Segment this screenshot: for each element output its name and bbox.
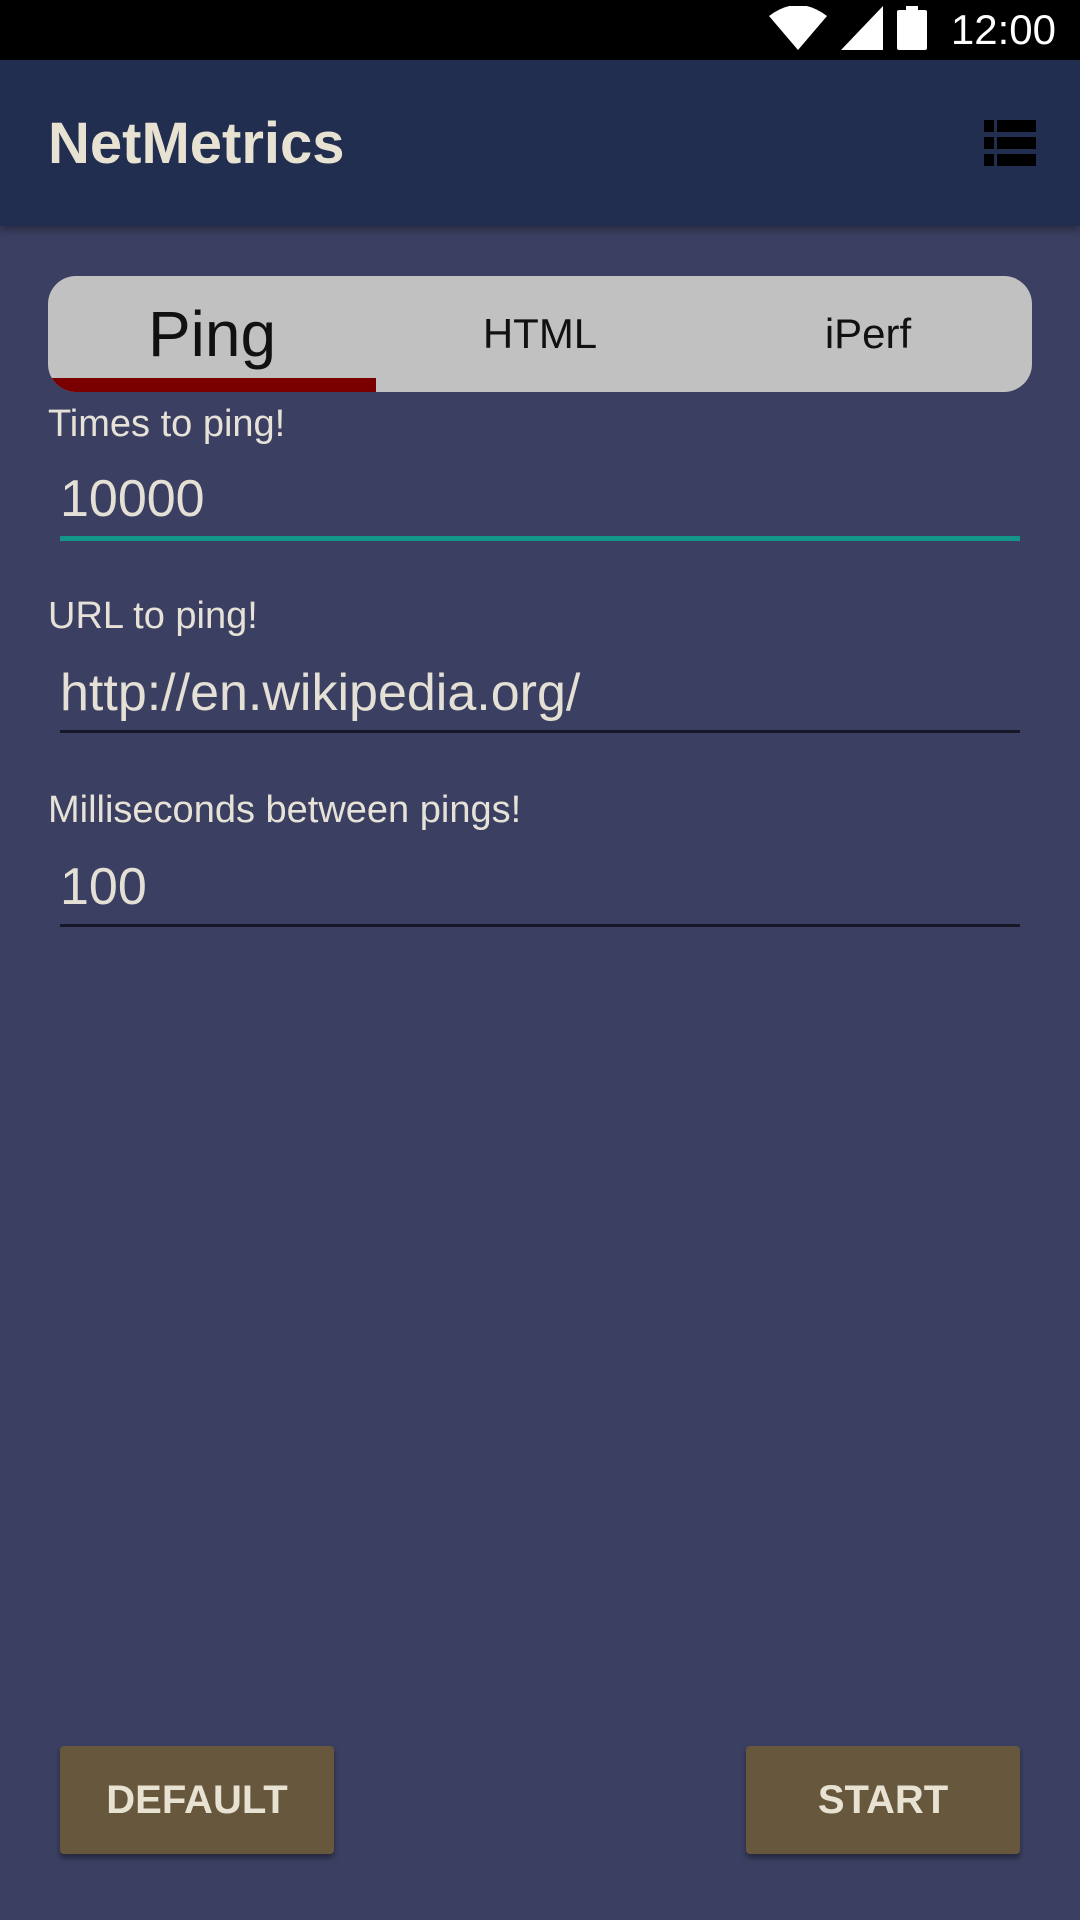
times-to-ping-label: Times to ping!	[48, 403, 286, 445]
app-title: NetMetrics	[48, 111, 345, 176]
tab-html-label: HTML	[482, 310, 598, 357]
times-to-ping-input[interactable]	[60, 462, 1020, 541]
tab-iperf[interactable]: iPerf	[704, 276, 1032, 392]
tab-iperf-label: iPerf	[824, 310, 912, 357]
tab-bar: Ping HTML iPerf	[48, 276, 1032, 392]
ms-between-pings-label: Milliseconds between pings!	[48, 789, 522, 831]
tab-ping-label: Ping	[147, 298, 277, 370]
list-icon[interactable]	[984, 120, 1036, 166]
battery-icon	[896, 5, 927, 55]
status-bar: 12:00	[0, 0, 1080, 60]
wifi-icon	[768, 4, 827, 55]
status-time: 12:00	[950, 6, 1056, 53]
default-button[interactable]: DEFAULT	[60, 1746, 334, 1854]
url-to-ping-label: URL to ping!	[48, 595, 258, 637]
tab-active-indicator	[48, 378, 376, 392]
status-icons: 12:00	[768, 0, 1056, 60]
ms-between-pings-input[interactable]	[60, 850, 1020, 927]
app-bar: NetMetrics	[0, 60, 1080, 226]
tab-ping[interactable]: Ping	[48, 276, 376, 392]
url-to-ping-input[interactable]	[60, 656, 1020, 733]
tab-html[interactable]: HTML	[376, 276, 704, 392]
signal-icon	[840, 5, 883, 55]
start-button[interactable]: START	[746, 1746, 1020, 1854]
